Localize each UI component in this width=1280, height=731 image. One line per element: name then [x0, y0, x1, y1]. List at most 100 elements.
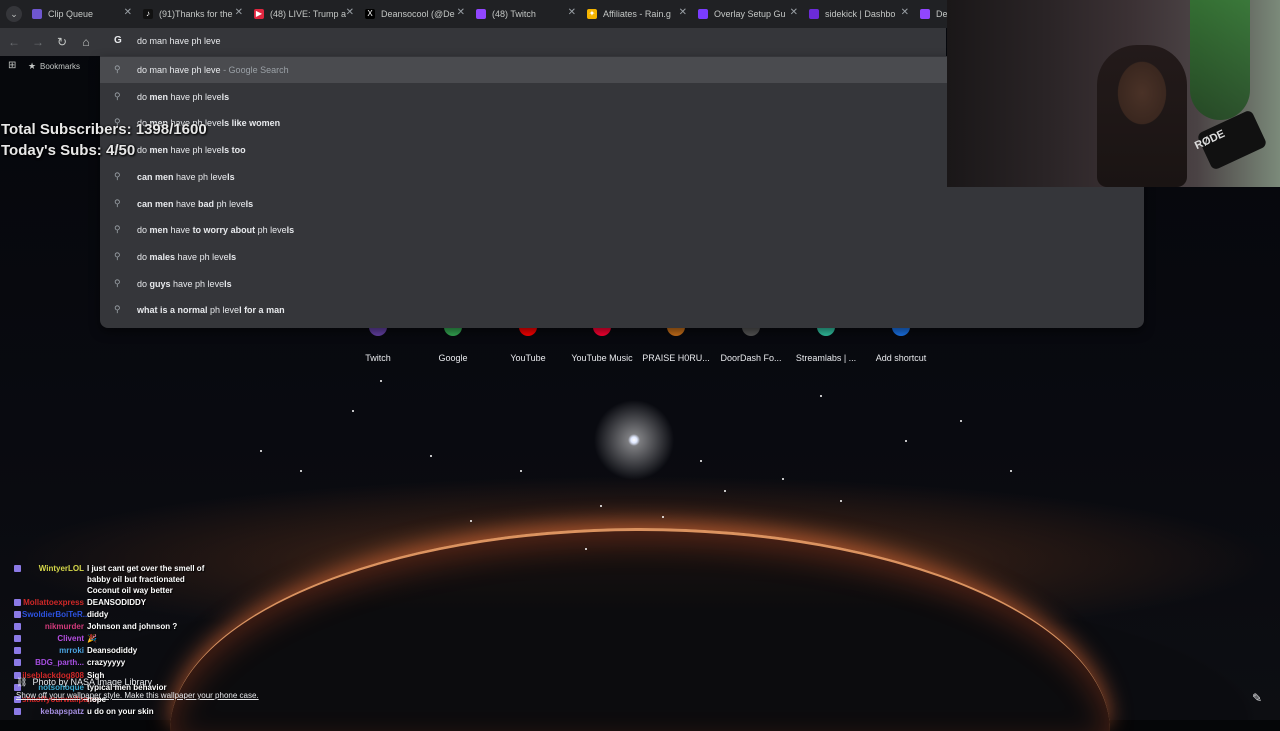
chat-badge-icon	[14, 708, 21, 715]
tab-close-icon[interactable]: ✕	[679, 7, 687, 18]
tab[interactable]: ♪ (91)Thanks for the ✕	[143, 4, 243, 24]
suggestion-fragment: ph leve	[255, 225, 287, 236]
tab[interactable]: (48) Twitch ✕	[476, 4, 576, 24]
shortcut-tile[interactable]: DoorDash Fo...	[710, 322, 792, 366]
tab-favicon-icon	[809, 9, 819, 19]
tab-favicon-icon	[920, 9, 930, 19]
chat-badge-icon	[14, 659, 21, 666]
shortcut-tile[interactable]: Streamlabs | ...	[785, 322, 867, 366]
suggestion-fragment: ls	[286, 225, 295, 236]
suggestion-fragment: do	[137, 145, 150, 156]
search-icon: ⚲	[114, 170, 121, 181]
wallpaper-credit[interactable]: ⛓ Photo by NASA Image Library	[16, 677, 152, 688]
chat-username: SwoldierBoiTeR...	[22, 610, 90, 619]
suggestion-fragment: guys	[149, 278, 171, 289]
tab-close-icon[interactable]: ✕	[124, 7, 132, 18]
bright-star	[628, 434, 640, 446]
tab-close-icon[interactable]: ✕	[901, 7, 909, 18]
tab-title: (48) LIVE: Trump a	[270, 9, 347, 19]
tab-title: (91)Thanks for the	[159, 9, 233, 19]
plant	[1190, 0, 1250, 120]
star	[600, 505, 602, 507]
shortcut-tile[interactable]: PRAISE H0RU...	[635, 322, 717, 366]
suggestion-fragment: bad	[198, 198, 215, 209]
chat-badge-icon	[14, 635, 21, 642]
star	[782, 478, 784, 480]
suggestion-fragment: have	[168, 225, 193, 236]
suggestion-fragment: ls too	[221, 145, 246, 156]
tab-title: (48) Twitch	[492, 9, 536, 19]
star	[960, 420, 962, 422]
suggestion-fragment: men	[149, 91, 169, 102]
chat-username: Clivent	[57, 634, 84, 643]
chat-badge-icon	[14, 565, 21, 572]
chat-badge-icon	[14, 623, 21, 630]
suggestion-fragment: males	[149, 251, 176, 262]
suggestion-row[interactable]: ⚲ do males have ph levels	[100, 244, 1144, 270]
tab[interactable]: Overlay Setup Gu ✕	[698, 4, 798, 24]
suggestion-fragment: have ph leve	[168, 145, 222, 156]
tab-favicon-icon: ✦	[587, 9, 597, 19]
suggestion-fragment: have ph leve	[170, 278, 225, 289]
star	[520, 470, 522, 472]
shortcut-tile[interactable]: Add shortcut	[860, 322, 942, 366]
suggestion-row[interactable]: ⚲ do guys have ph levels	[100, 271, 1144, 297]
tab[interactable]: sidekick | Dashbo ✕	[809, 4, 909, 24]
link-icon: ⛓	[16, 677, 28, 687]
tab-title: Affiliates - Rain.g	[603, 9, 671, 19]
star	[470, 520, 472, 522]
tab-favicon-icon	[476, 9, 486, 19]
apps-grid-icon[interactable]: ⊞	[8, 61, 18, 71]
tab-close-icon[interactable]: ✕	[457, 7, 465, 18]
tab[interactable]: Clip Queue ✕	[32, 4, 132, 24]
star	[724, 490, 726, 492]
tab-favicon-icon	[32, 9, 42, 19]
chat-username: kebapspatz	[40, 707, 84, 716]
suggestion-fragment: what is a normal	[137, 305, 208, 316]
tab-close-icon[interactable]: ✕	[346, 7, 354, 18]
tab-title: Clip Queue	[48, 9, 94, 19]
home-icon[interactable]: ⌂	[78, 34, 94, 50]
tab[interactable]: ✦ Affiliates - Rain.g ✕	[587, 4, 687, 24]
wallpaper-promo-link[interactable]: Show off your wallpaper style. Make this…	[16, 691, 259, 700]
suggestion-text: do guys have ph levels	[137, 279, 232, 289]
shortcut-tile[interactable]: Google	[412, 322, 494, 366]
webcam-feed	[947, 0, 1280, 187]
suggestion-fragment: ls like women	[221, 118, 281, 129]
star	[300, 470, 302, 472]
streamer	[1097, 45, 1187, 187]
suggestion-suffix: - Google Search	[220, 65, 289, 75]
tab[interactable]: X Deansocool (@De ✕	[365, 4, 465, 24]
chat-username: BDG_parth...	[35, 658, 84, 667]
shortcut-label: YouTube	[510, 353, 546, 363]
reload-icon[interactable]: ↻	[54, 34, 70, 50]
search-icon: ⚲	[114, 64, 121, 74]
suggestion-fragment: ls	[221, 91, 230, 102]
search-icon: ⚲	[114, 224, 121, 235]
suggestion-fragment: ls	[224, 278, 232, 289]
star	[430, 455, 432, 457]
bookmarks-folder[interactable]: ★ Bookmarks	[28, 61, 80, 71]
suggestion-fragment: ls	[227, 171, 235, 182]
suggestion-row[interactable]: ⚲ do men have to worry about ph levels	[100, 217, 1144, 243]
suggestion-fragment: do	[137, 91, 150, 102]
tab-close-icon[interactable]: ✕	[235, 7, 243, 18]
suggestion-fragment: have ph leve	[168, 91, 222, 102]
shortcut-tile[interactable]: Twitch	[337, 322, 419, 366]
suggestion-fragment: do	[137, 251, 150, 262]
customize-pencil-icon[interactable]: ✎	[1252, 691, 1262, 705]
tab-close-icon[interactable]: ✕	[790, 7, 798, 18]
omnibox-input[interactable]: do man have ph leve	[137, 36, 221, 46]
suggestion-row[interactable]: ⚲ can men have bad ph levels	[100, 191, 1144, 217]
tab-favicon-icon: ♪	[143, 9, 153, 19]
forward-icon[interactable]: →	[30, 34, 46, 50]
tab[interactable]: ▶ (48) LIVE: Trump a ✕	[254, 4, 354, 24]
suggestion-row[interactable]: ⚲ what is a normal ph level for a man	[100, 297, 1144, 323]
suggestion-fragment: can men	[137, 198, 174, 209]
tab-close-icon[interactable]: ✕	[568, 7, 576, 18]
shortcut-tile[interactable]: YouTube Music	[561, 322, 643, 366]
shortcut-label: PRAISE H0RU...	[642, 353, 710, 363]
back-icon[interactable]: ←	[6, 34, 22, 50]
shortcut-tile[interactable]: YouTube	[487, 322, 569, 366]
tab-search-button[interactable]: ⌄	[6, 6, 22, 22]
